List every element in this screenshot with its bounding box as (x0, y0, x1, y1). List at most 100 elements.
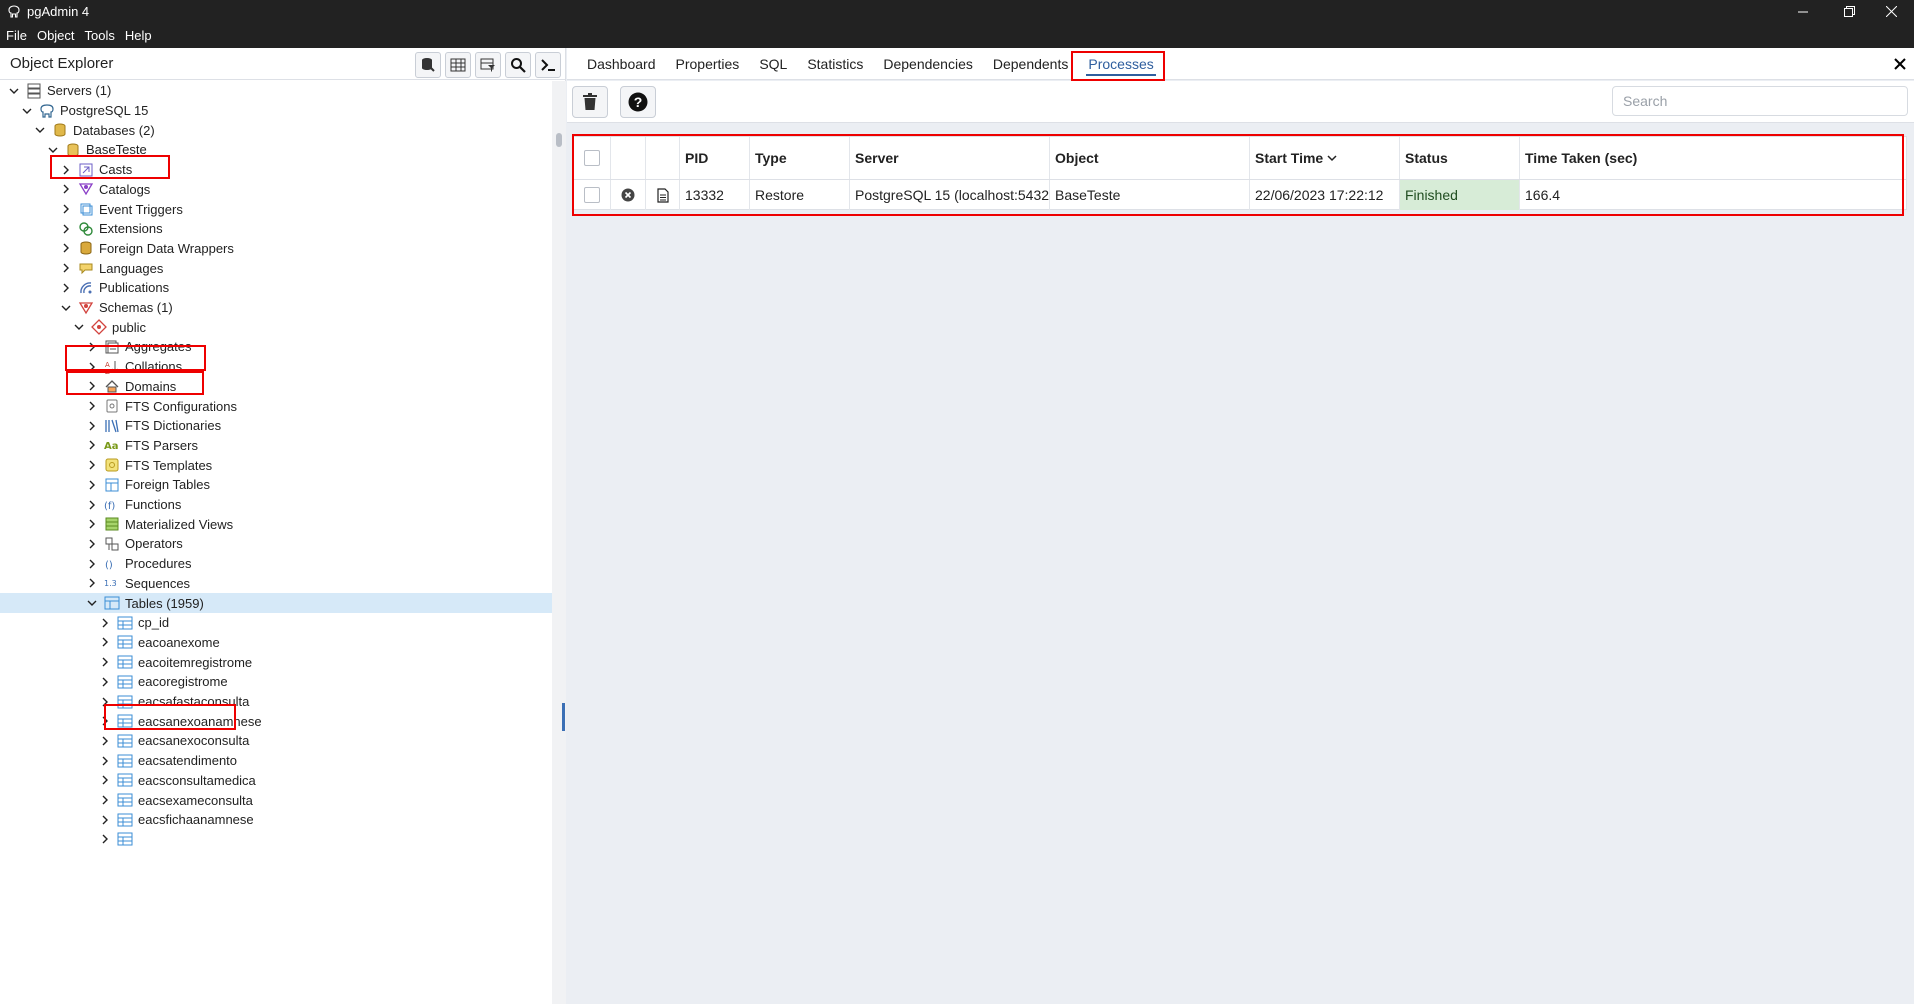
minimize-button[interactable] (1780, 0, 1826, 23)
tree-item[interactable]: eacsanexoanamnese (0, 711, 552, 731)
chevron-right-icon[interactable] (99, 617, 111, 629)
tree-item[interactable]: Catalogs (0, 180, 552, 200)
tree-item[interactable]: BaseTeste (0, 140, 552, 160)
chevron-right-icon[interactable] (86, 400, 98, 412)
chevron-down-icon[interactable] (8, 85, 20, 97)
tree-item[interactable]: cp_id (0, 613, 552, 633)
chevron-right-icon[interactable] (99, 814, 111, 826)
tree-item[interactable]: eacoitemregistrome (0, 652, 552, 672)
tab-processes[interactable]: Processes (1078, 48, 1163, 80)
tree-item[interactable]: FTS Configurations (0, 396, 552, 416)
tree-item[interactable]: Event Triggers (0, 199, 552, 219)
chevron-right-icon[interactable] (99, 656, 111, 668)
tree-scrollbar[interactable] (552, 81, 566, 1004)
tree-item[interactable]: eacsafastaconsulta (0, 692, 552, 712)
tree-item[interactable]: Servers (1) (0, 81, 552, 101)
view-details-icon[interactable] (656, 187, 669, 203)
chevron-right-icon[interactable] (99, 833, 111, 845)
tree-item[interactable]: FTS Dictionaries (0, 416, 552, 436)
help-button[interactable]: ? (620, 86, 656, 118)
chevron-right-icon[interactable] (86, 341, 98, 353)
tab-dependencies[interactable]: Dependencies (873, 48, 983, 80)
close-tab-icon[interactable] (1890, 54, 1910, 74)
chevron-right-icon[interactable] (99, 676, 111, 688)
header-type[interactable]: Type (750, 137, 850, 179)
table-row[interactable]: 13332 Restore PostgreSQL 15 (localhost:5… (573, 180, 1906, 210)
chevron-down-icon[interactable] (86, 597, 98, 609)
chevron-right-icon[interactable] (60, 223, 72, 235)
chevron-right-icon[interactable] (60, 262, 72, 274)
chevron-right-icon[interactable] (86, 439, 98, 451)
tree-item[interactable]: (f) Functions (0, 495, 552, 515)
tree-item[interactable]: eacoanexome (0, 633, 552, 653)
tree-item[interactable]: A Z Collations (0, 357, 552, 377)
chevron-down-icon[interactable] (21, 105, 33, 117)
query-tool-button[interactable] (415, 52, 441, 78)
tab-dependents[interactable]: Dependents (983, 48, 1079, 80)
tree-item[interactable] (0, 830, 552, 850)
header-start-time[interactable]: Start Time (1250, 137, 1400, 179)
chevron-right-icon[interactable] (60, 203, 72, 215)
header-status[interactable]: Status (1400, 137, 1520, 179)
chevron-right-icon[interactable] (86, 518, 98, 530)
header-object[interactable]: Object (1050, 137, 1250, 179)
delete-process-button[interactable] (572, 86, 608, 118)
tree-item[interactable]: eacsexameconsulta (0, 790, 552, 810)
filtered-rows-button[interactable] (475, 52, 501, 78)
menu-object[interactable]: Object (37, 28, 75, 43)
tree-item[interactable]: eacsatendimento (0, 751, 552, 771)
tab-sql[interactable]: SQL (749, 48, 797, 80)
row-checkbox[interactable] (583, 187, 600, 203)
header-pid[interactable]: PID (680, 137, 750, 179)
chevron-right-icon[interactable] (86, 499, 98, 511)
tree-item[interactable]: eacsfichaanamnese (0, 810, 552, 830)
chevron-right-icon[interactable] (86, 538, 98, 550)
menu-help[interactable]: Help (125, 28, 152, 43)
chevron-right-icon[interactable] (60, 242, 72, 254)
tree-item[interactable]: Tables (1959) (0, 593, 552, 613)
chevron-right-icon[interactable] (86, 459, 98, 471)
tab-properties[interactable]: Properties (666, 48, 750, 80)
tree-item[interactable]: Domains (0, 377, 552, 397)
tree-item[interactable]: eacoregistrome (0, 672, 552, 692)
view-data-button[interactable] (445, 52, 471, 78)
chevron-right-icon[interactable] (99, 774, 111, 786)
chevron-right-icon[interactable] (60, 282, 72, 294)
psql-tool-button[interactable] (535, 52, 561, 78)
chevron-right-icon[interactable] (86, 558, 98, 570)
chevron-down-icon[interactable] (47, 144, 59, 156)
tab-statistics[interactable]: Statistics (797, 48, 873, 80)
chevron-right-icon[interactable] (86, 479, 98, 491)
tree-item[interactable]: eacsconsultamedica (0, 771, 552, 791)
tree-item[interactable]: Aggregates (0, 337, 552, 357)
chevron-right-icon[interactable] (60, 164, 72, 176)
tree-item[interactable]: Foreign Tables (0, 475, 552, 495)
chevron-right-icon[interactable] (99, 755, 111, 767)
chevron-down-icon[interactable] (60, 302, 72, 314)
search-objects-button[interactable] (505, 52, 531, 78)
process-search-input[interactable] (1612, 86, 1908, 116)
select-all-checkbox[interactable] (583, 150, 600, 166)
tree-item[interactable]: Languages (0, 258, 552, 278)
chevron-right-icon[interactable] (99, 636, 111, 648)
restore-button[interactable] (1826, 0, 1872, 23)
tree-item[interactable]: Publications (0, 278, 552, 298)
tree-item[interactable]: Aa FTS Parsers (0, 436, 552, 456)
tree-item[interactable]: public (0, 317, 552, 337)
chevron-down-icon[interactable] (73, 321, 85, 333)
tree-item[interactable]: Operators (0, 534, 552, 554)
chevron-right-icon[interactable] (86, 420, 98, 432)
chevron-right-icon[interactable] (99, 715, 111, 727)
close-window-button[interactable] (1868, 0, 1914, 23)
tab-dashboard[interactable]: Dashboard (577, 48, 666, 80)
tree-item[interactable]: FTS Templates (0, 455, 552, 475)
tree-item[interactable]: () Procedures (0, 554, 552, 574)
tree-item[interactable]: Foreign Data Wrappers (0, 239, 552, 259)
tree-item[interactable]: Extensions (0, 219, 552, 239)
chevron-right-icon[interactable] (99, 794, 111, 806)
tree-item[interactable]: Schemas (1) (0, 298, 552, 318)
tree-item[interactable]: Databases (2) (0, 120, 552, 140)
chevron-down-icon[interactable] (34, 124, 46, 136)
tree-scrollbar-thumb[interactable] (556, 133, 562, 147)
tree-item[interactable]: 1.3 Sequences (0, 574, 552, 594)
